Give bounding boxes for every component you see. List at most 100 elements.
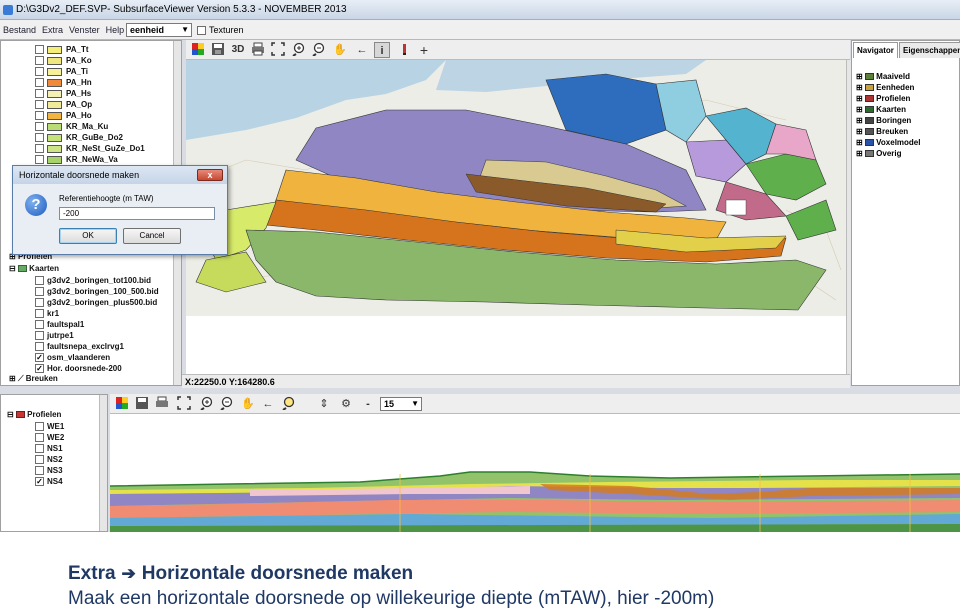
map-layer-row[interactable]: ✓ osm_vlaanderen (35, 352, 110, 363)
layer-row[interactable]: PA_Tt (35, 44, 89, 55)
layer-checkbox[interactable] (35, 122, 44, 132)
zoom-extent-icon[interactable] (270, 42, 286, 58)
pencil-icon[interactable] (396, 42, 412, 58)
map-layer-checkbox[interactable] (35, 287, 44, 297)
color-legend-icon[interactable] (190, 42, 206, 58)
map-layer-checkbox[interactable] (35, 298, 44, 308)
menu-extra[interactable]: Extra (39, 20, 66, 40)
dialog-close-button[interactable]: x (197, 169, 223, 181)
profile-row[interactable]: WE1 (35, 421, 64, 432)
menu-help[interactable]: Help (103, 20, 128, 40)
profile-row[interactable]: WE2 (35, 432, 64, 443)
section-zoom-out-icon[interactable] (218, 396, 234, 412)
map-view[interactable] (186, 60, 846, 316)
back-arrow-icon[interactable]: ← (354, 42, 370, 58)
pan-hand-icon[interactable]: ✋ (332, 42, 348, 58)
map-layer-checkbox[interactable]: ✓ (35, 353, 44, 363)
layer-row[interactable]: PA_Ho (35, 110, 92, 121)
info-icon[interactable]: i (374, 42, 390, 58)
layer-row[interactable]: PA_Ti (35, 66, 88, 77)
reference-height-input[interactable]: -200 (59, 207, 215, 220)
vertical-exaggeration-icon[interactable]: ⇕ (316, 396, 332, 412)
layer-checkbox[interactable] (35, 67, 44, 77)
layer-row[interactable]: KR_NeSt_GuZe_Do1 (35, 143, 145, 154)
section-zoom-window-icon[interactable] (280, 396, 296, 412)
map-layer-row[interactable]: g3dv2_boringen_100_500.bid (35, 286, 159, 297)
profile-checkbox[interactable] (35, 433, 44, 443)
layer-row[interactable]: KR_NeWa_Va (35, 154, 118, 165)
unit-dropdown[interactable]: eenheid ▼ (126, 23, 192, 37)
layer-checkbox[interactable] (35, 89, 44, 99)
ok-button[interactable]: OK (59, 228, 117, 244)
map-layer-row[interactable]: faultspal1 (35, 319, 84, 330)
layer-checkbox[interactable] (35, 111, 44, 121)
profile-checkbox[interactable] (35, 455, 44, 465)
profile-checkbox[interactable]: ✓ (35, 477, 44, 487)
profile-row[interactable]: NS1 (35, 443, 63, 454)
profile-row[interactable]: ✓ NS4 (35, 476, 63, 487)
navigator-item[interactable]: ⊞ Breuken (856, 126, 908, 137)
layer-checkbox[interactable] (35, 100, 44, 110)
textures-checkbox[interactable]: Texturen (197, 24, 244, 36)
view-3d-button[interactable]: 3D (230, 42, 246, 58)
textures-checkbox-box[interactable] (197, 26, 206, 36)
layer-checkbox[interactable] (35, 144, 44, 154)
navigator-item[interactable]: ⊞ Maaiveld (856, 71, 910, 82)
layer-row[interactable]: PA_Op (35, 99, 92, 110)
tab-navigator[interactable]: Navigator (853, 42, 898, 58)
navigator-item[interactable]: ⊞ Eenheden (856, 82, 914, 93)
map-layer-row[interactable]: kr1 (35, 308, 59, 319)
menu-venster[interactable]: Venster (66, 20, 103, 40)
section-save-icon[interactable] (134, 396, 150, 412)
tree-breuken[interactable]: ⊞ ⟋ Breuken (9, 373, 58, 384)
cancel-button[interactable]: Cancel (123, 228, 181, 244)
section-pan-hand-icon[interactable]: ✋ (240, 396, 256, 412)
layer-checkbox[interactable] (35, 56, 44, 66)
layer-row[interactable]: PA_Hs (35, 88, 91, 99)
profiles-scrollbar[interactable] (99, 395, 107, 531)
save-icon[interactable] (210, 42, 226, 58)
exaggeration-dropdown[interactable]: 15 ▼ (380, 397, 422, 411)
layer-row[interactable]: KR_Ma_Ku (35, 121, 108, 132)
layer-row[interactable]: PA_Hn (35, 77, 92, 88)
navigator-item[interactable]: ⊞ Profielen (856, 93, 910, 104)
menu-bestand[interactable]: Bestand (0, 20, 39, 40)
map-layer-row[interactable]: faultsnepa_exclrvg1 (35, 341, 124, 352)
zoom-in-icon[interactable] (290, 42, 306, 58)
map-layer-checkbox[interactable] (35, 342, 44, 352)
profile-checkbox[interactable] (35, 422, 44, 432)
tab-eigenschappen[interactable]: Eigenschappen (899, 42, 960, 58)
section-zoom-extent-icon[interactable] (176, 396, 192, 412)
profile-checkbox[interactable] (35, 466, 44, 476)
navigator-item[interactable]: ⊞ Voxelmodel (856, 137, 920, 148)
crosshair-icon[interactable]: + (416, 42, 432, 58)
navigator-item[interactable]: ⊞ Overig (856, 148, 902, 159)
map-layer-checkbox[interactable] (35, 320, 44, 330)
section-minus-button[interactable]: - (360, 396, 376, 412)
profile-checkbox[interactable] (35, 444, 44, 454)
section-color-legend-icon[interactable] (114, 396, 130, 412)
layer-checkbox[interactable] (35, 133, 44, 143)
profiles-root[interactable]: ⊟ Profielen (7, 409, 61, 420)
map-layer-row[interactable]: g3dv2_boringen_tot100.bid (35, 275, 151, 286)
layer-checkbox[interactable] (35, 45, 44, 55)
print-icon[interactable] (250, 42, 266, 58)
layer-checkbox[interactable] (35, 78, 44, 88)
layer-checkbox[interactable] (35, 155, 44, 165)
settings-wrench-icon[interactable]: ⚙ (338, 396, 354, 412)
navigator-item[interactable]: ⊞ Boringen (856, 115, 911, 126)
cross-section-view[interactable] (110, 414, 960, 532)
navigator-item[interactable]: ⊞ Kaarten (856, 104, 906, 115)
tree-kaarten[interactable]: ⊟ Kaarten (9, 263, 59, 274)
map-layer-checkbox[interactable] (35, 331, 44, 341)
layer-row[interactable]: PA_Ko (35, 55, 92, 66)
profile-row[interactable]: NS3 (35, 465, 63, 476)
zoom-out-icon[interactable] (310, 42, 326, 58)
map-layer-checkbox[interactable] (35, 309, 44, 319)
section-back-arrow-icon[interactable]: ← (260, 396, 276, 412)
map-layer-row[interactable]: jutrpe1 (35, 330, 74, 341)
section-zoom-in-icon[interactable] (198, 396, 214, 412)
map-layer-checkbox[interactable] (35, 276, 44, 286)
map-layer-row[interactable]: g3dv2_boringen_plus500.bid (35, 297, 157, 308)
layer-row[interactable]: KR_GuBe_Do2 (35, 132, 123, 143)
